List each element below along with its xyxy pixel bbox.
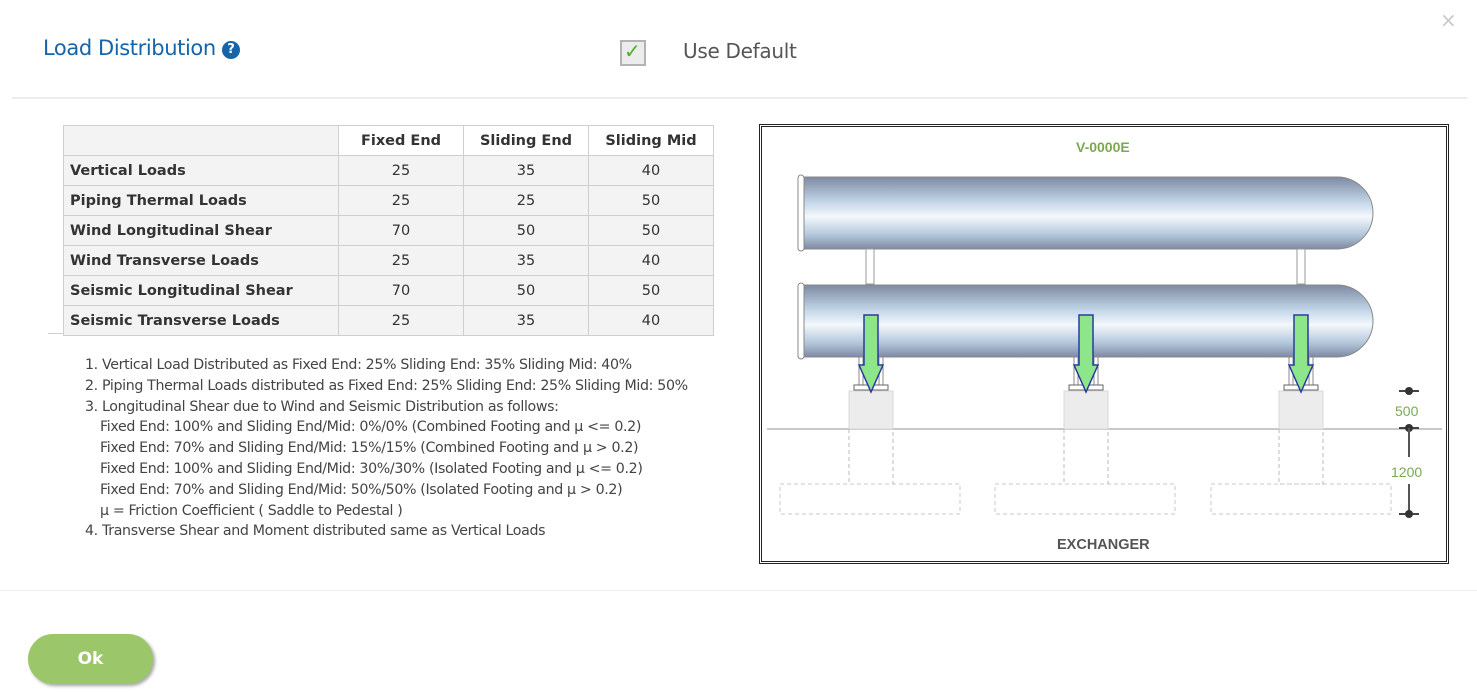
close-icon[interactable]: × — [1440, 8, 1457, 32]
cell-sliding-mid: 50 — [588, 215, 714, 246]
cell-fixed-end: 70 — [338, 275, 464, 306]
cell-sliding-mid: 50 — [588, 275, 714, 306]
question-circle-icon[interactable]: ? — [222, 41, 240, 59]
supports — [779, 314, 1392, 515]
use-default-checkbox[interactable]: ✓ — [620, 39, 646, 66]
footing — [779, 483, 961, 515]
cell-sliding-mid: 40 — [588, 155, 714, 186]
header-divider — [12, 97, 1467, 99]
ok-button[interactable]: Ok — [28, 634, 153, 684]
pedestal-below-grade — [1063, 429, 1109, 485]
upper-flange — [797, 174, 805, 252]
cell-sliding-end: 35 — [463, 155, 589, 186]
table-row: Wind Longitudinal Shear 70 50 50 — [63, 215, 714, 246]
cell-sliding-end: 50 — [463, 275, 589, 306]
row-label: Seismic Transverse Loads — [63, 305, 339, 336]
nozzles — [865, 248, 1306, 285]
note-subitem: Fixed End: 70% and Sliding End/Mid: 50%/… — [100, 481, 623, 498]
note-item: 2. Piping Thermal Loads distributed as F… — [85, 377, 688, 394]
column-header-sliding-mid: Sliding Mid — [588, 125, 714, 156]
note-subitem: Fixed End: 100% and Sliding End/Mid: 0%/… — [100, 419, 642, 436]
dim-point — [1405, 510, 1413, 518]
pedestal-below-grade — [848, 429, 894, 485]
lower-flange — [797, 282, 805, 360]
use-default-label[interactable]: Use Default — [683, 39, 797, 63]
cell-fixed-end: 25 — [338, 245, 464, 276]
checkmark-icon: ✓ — [624, 39, 641, 63]
equipment-tag: V-0000E — [1076, 139, 1130, 155]
pedestal-height-label: 500 — [1395, 403, 1419, 419]
dim-point — [1405, 387, 1413, 395]
row-label: Wind Transverse Loads — [63, 245, 339, 276]
dialog-header: Load Distribution ? ✓ Use Default × — [0, 0, 1477, 98]
cell-fixed-end: 25 — [338, 185, 464, 216]
cell-sliding-end: 35 — [463, 305, 589, 336]
table-row: Vertical Loads 25 35 40 — [63, 155, 714, 186]
note-subitem: μ = Friction Coefficient ( Saddle to Ped… — [100, 502, 403, 519]
row-label: Wind Longitudinal Shear — [63, 215, 339, 246]
table-row: Wind Transverse Loads 25 35 40 — [63, 245, 714, 276]
cell-fixed-end: 25 — [338, 305, 464, 336]
pedestal — [848, 390, 894, 430]
exchanger-diagram: V-0000E 500 1200 EXCHANGER — [759, 124, 1449, 564]
cell-sliding-end: 35 — [463, 245, 589, 276]
note-item: 1. Vertical Load Distributed as Fixed En… — [85, 357, 632, 373]
cell-sliding-end: 50 — [463, 215, 589, 246]
note-subitem: Fixed End: 70% and Sliding End/Mid: 15%/… — [100, 440, 639, 457]
footing-depth-label: 1200 — [1391, 464, 1423, 480]
note-subitem: Fixed End: 100% and Sliding End/Mid: 30%… — [100, 460, 643, 477]
note-item: 4. Transverse Shear and Moment distribut… — [85, 523, 546, 540]
load-distribution-table: Fixed End Sliding End Sliding Mid Vertic… — [63, 125, 714, 336]
pedestal-below-grade — [1278, 429, 1324, 485]
note-item: 3. Longitudinal Shear due to Wind and Se… — [85, 398, 559, 415]
nozzle-left — [865, 248, 875, 285]
notes-list: 1. Vertical Load Distributed as Fixed En… — [85, 355, 688, 542]
upper-shell — [797, 174, 1374, 252]
cell-fixed-end: 70 — [338, 215, 464, 246]
dialog-title: Load Distribution — [43, 36, 216, 60]
cell-sliding-mid: 50 — [588, 185, 714, 216]
column-header-fixed-end: Fixed End — [338, 125, 464, 156]
exchanger-drawing — [767, 174, 1442, 518]
row-label: Piping Thermal Loads — [63, 185, 339, 216]
footer-divider — [0, 590, 1477, 591]
footing — [1210, 483, 1392, 515]
row-label: Seismic Longitudinal Shear — [63, 275, 339, 306]
column-header-blank — [63, 125, 339, 156]
cell-sliding-mid: 40 — [588, 305, 714, 336]
pedestal — [1278, 390, 1324, 430]
row-label: Vertical Loads — [63, 155, 339, 186]
equipment-type-label: EXCHANGER — [1057, 537, 1150, 553]
pedestal — [1063, 390, 1109, 430]
table-row: Piping Thermal Loads 25 25 50 — [63, 185, 714, 216]
column-header-sliding-end: Sliding End — [463, 125, 589, 156]
upper-shell-body — [803, 176, 1374, 250]
cell-sliding-mid: 40 — [588, 245, 714, 276]
footing — [994, 483, 1176, 515]
cell-fixed-end: 25 — [338, 155, 464, 186]
table-header-row: Fixed End Sliding End Sliding Mid — [63, 125, 714, 156]
table-row: Seismic Longitudinal Shear 70 50 50 — [63, 275, 714, 306]
cell-sliding-end: 25 — [463, 185, 589, 216]
table-row: Seismic Transverse Loads 25 35 40 — [63, 305, 714, 336]
nozzle-right — [1296, 248, 1306, 285]
table-underline — [48, 333, 64, 334]
